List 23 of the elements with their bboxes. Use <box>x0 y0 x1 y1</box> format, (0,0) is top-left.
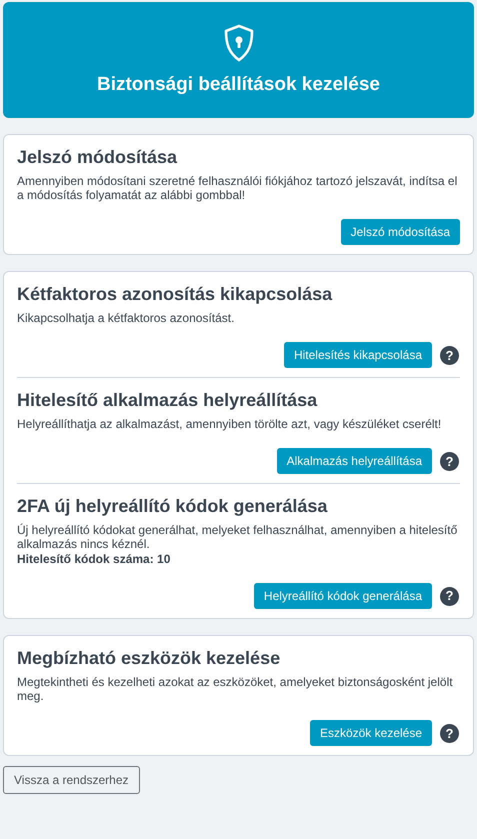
section-description: Megtekintheti és kezelheti azokat az eszközöket, amelyeket biztonságosként jelölt meg. <box>17 674 454 704</box>
help-icon[interactable]: ? <box>440 724 459 743</box>
section-title: Jelszó módosítása <box>17 147 178 169</box>
code-count-text: Hitelesítő kódok száma: 10 <box>17 552 172 566</box>
section-title: Hitelesítő alkalmazás helyreállítása <box>17 390 318 412</box>
action-button[interactable]: Helyreállító kódok generálása <box>254 583 432 610</box>
help-icon[interactable]: ? <box>440 346 459 365</box>
section-description: Kikapcsolhatja a kétfaktoros azonosítást. <box>17 310 236 326</box>
section-description: Helyreállíthatja az alkalmazást, amennyiben törölte azt, vagy készüléket cserélt! <box>17 416 442 432</box>
section-title: Megbízható eszközök kezelése <box>17 648 282 670</box>
action-button[interactable]: Alkalmazás helyreállítása <box>276 448 432 474</box>
help-icon[interactable]: ? <box>440 452 459 471</box>
section-title: Kétfaktoros azonosítás kikapcsolása <box>17 284 334 306</box>
action-button[interactable]: Eszközök kezelése <box>310 720 432 746</box>
section-description: Új helyreállító kódokat generálhat, melyeket felhasználhat, amennyiben a hitelesítő alkalmazás nincs kéznél. <box>17 522 458 552</box>
section-description: Amennyiben módosítani szeretné felhasználói fiókjához tartozó jelszavát, indítsa el a módosítás folyamatát az alábbi gombbal! <box>17 174 458 202</box>
page-title: Biztonsági beállítások kezelése <box>96 74 380 96</box>
action-button[interactable]: Jelszó módosítása <box>340 219 460 246</box>
help-icon[interactable]: ? <box>440 586 459 606</box>
shield-lock-icon <box>222 24 254 62</box>
action-button[interactable]: Hitelesítés kikapcsolása <box>284 342 432 368</box>
back-button[interactable]: Vissza a rendszerhez <box>3 766 140 794</box>
section-title: 2FA új helyreállító kódok generálása <box>17 496 328 518</box>
